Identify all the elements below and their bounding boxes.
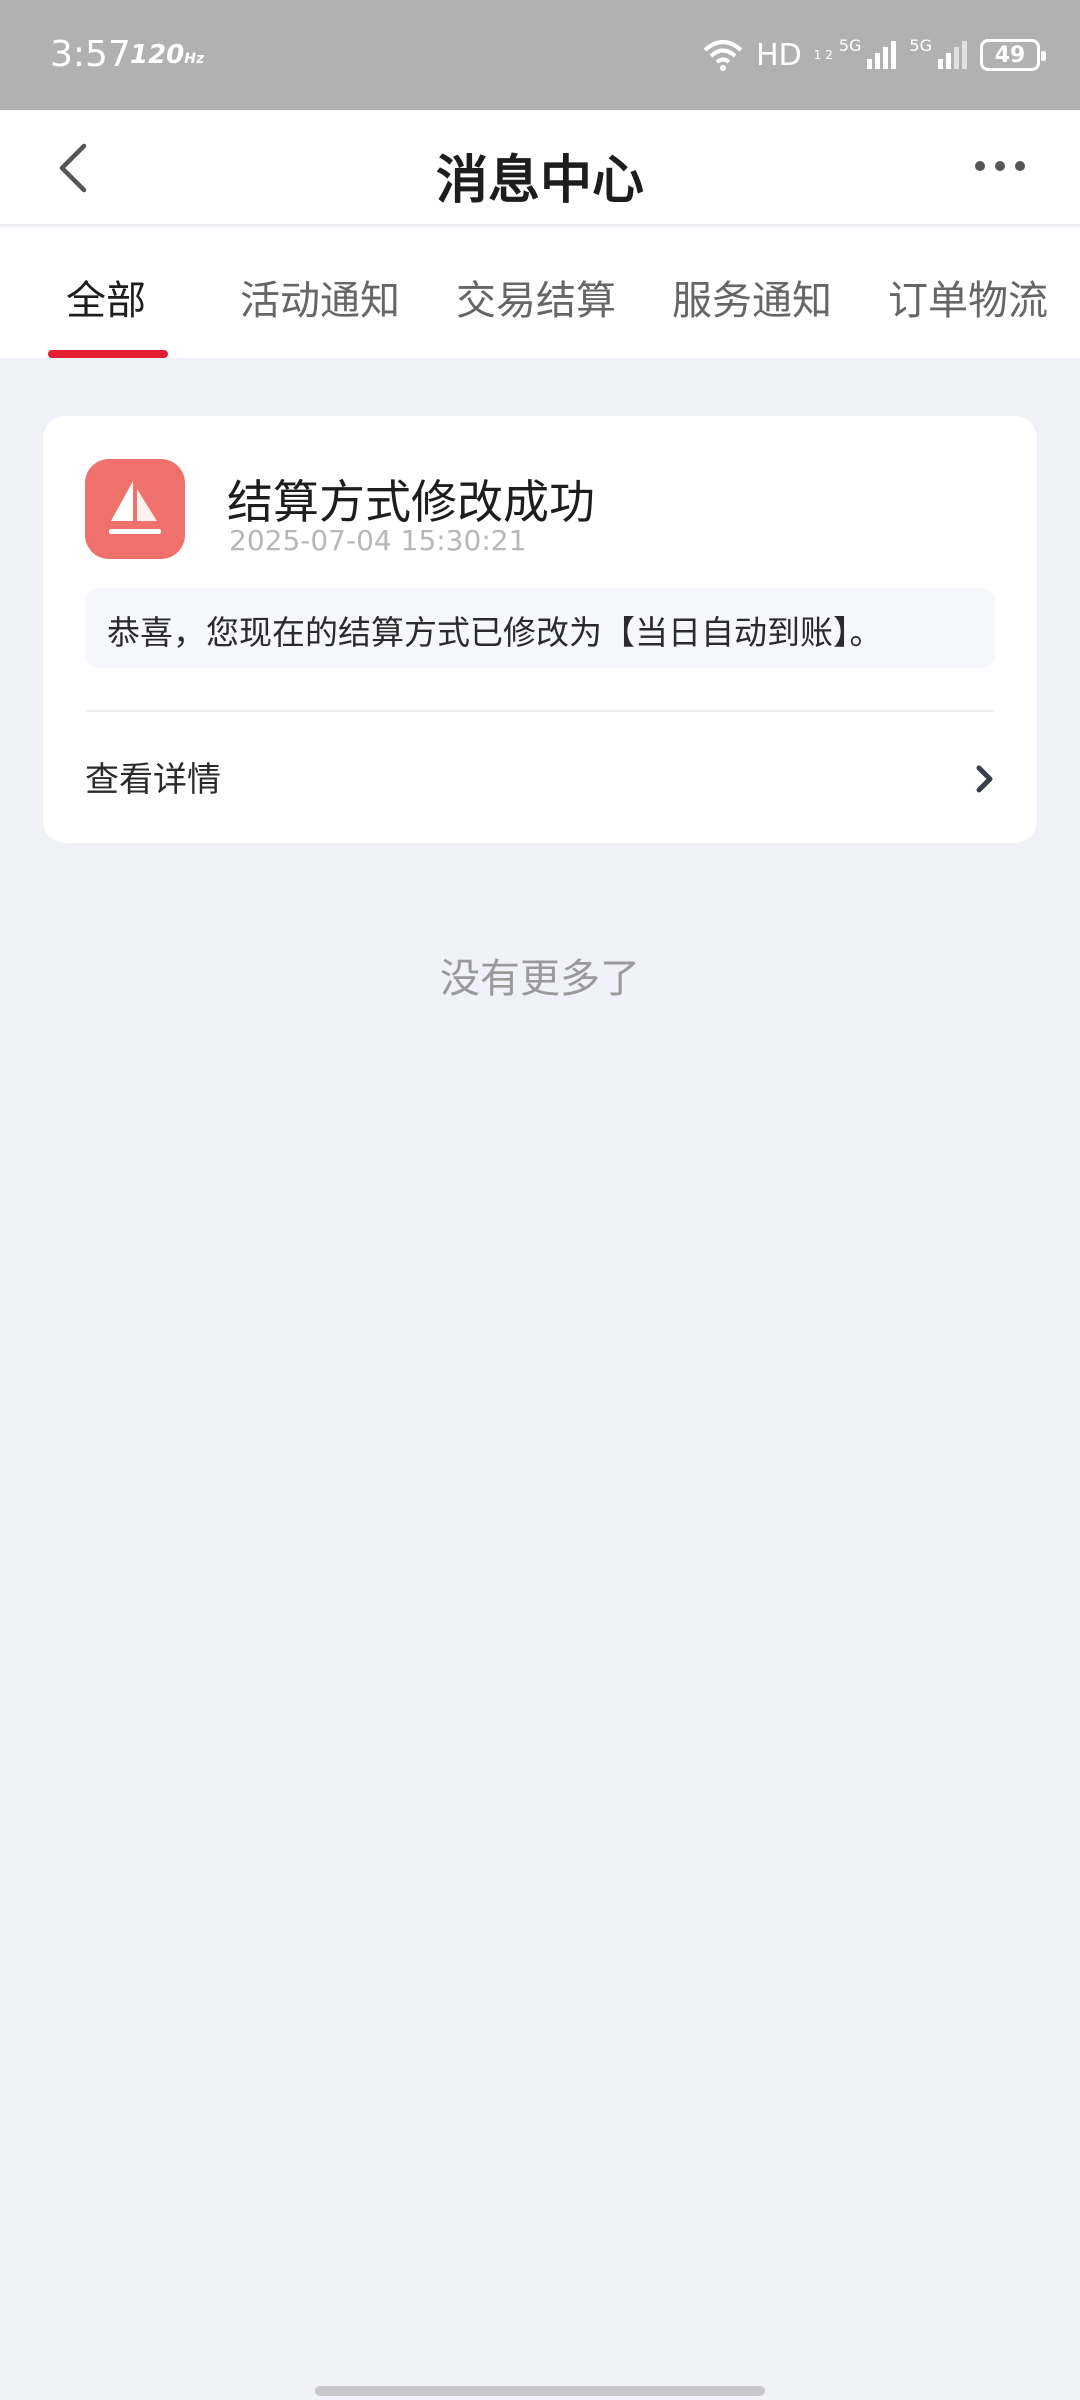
sim1-label: 5G xyxy=(838,35,862,55)
view-details-link[interactable]: 查看详情 xyxy=(85,752,221,801)
chevron-right-icon xyxy=(976,765,993,793)
network-sub: 1 2 xyxy=(813,48,833,62)
status-icons: HD 1 2 5G 5G 49 xyxy=(702,30,1046,80)
signal-icon xyxy=(867,41,897,69)
tab-service[interactable]: 服务通知 xyxy=(672,268,832,326)
tab-settlement[interactable]: 交易结算 xyxy=(456,268,616,326)
sailboat-icon xyxy=(85,459,185,559)
message-title: 结算方式修改成功 xyxy=(227,475,595,529)
page-title: 消息中心 xyxy=(435,151,644,211)
message-category-tabs: 全部 活动通知 交易结算 服务通知 订单物流 xyxy=(0,228,1080,358)
no-more-text: 没有更多了 xyxy=(440,956,640,1002)
battery-icon: 49 xyxy=(980,39,1046,71)
message-timestamp: 2025-07-04 15:30:21 xyxy=(229,524,527,557)
wifi-icon xyxy=(703,40,743,71)
more-button[interactable] xyxy=(970,146,1030,186)
tab-logistics[interactable]: 订单物流 xyxy=(888,268,1048,326)
tab-indicator xyxy=(48,350,168,358)
status-bar: 3:57 120Hz HD 1 2 5G 5G 49 xyxy=(0,0,1080,110)
message-body: 恭喜，您现在的结算方式已修改为【当日自动到账】。 xyxy=(85,588,995,668)
signal-icon xyxy=(938,41,967,69)
network-type: HD xyxy=(756,37,802,73)
battery-level: 49 xyxy=(994,42,1026,68)
sim2-label: 5G xyxy=(909,35,932,55)
tab-all[interactable]: 全部 xyxy=(66,268,146,326)
message-card[interactable]: 结算方式修改成功 2025-07-04 15:30:21 恭喜，您现在的结算方式… xyxy=(43,416,1037,843)
status-time: 3:57 xyxy=(50,34,131,75)
nav-bar: 消息中心 xyxy=(0,110,1080,226)
refresh-rate: 120Hz xyxy=(130,40,205,70)
divider xyxy=(85,710,995,712)
tab-activity[interactable]: 活动通知 xyxy=(240,268,400,326)
home-indicator[interactable] xyxy=(315,2386,765,2396)
